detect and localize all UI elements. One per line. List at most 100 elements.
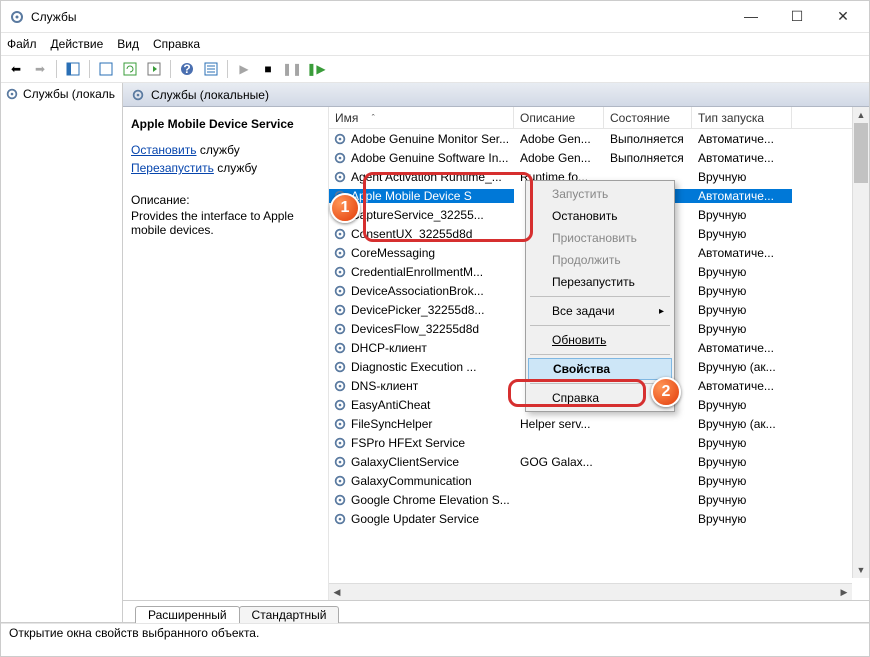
menu-bar: Файл Действие Вид Справка bbox=[1, 33, 869, 55]
ctx-refresh[interactable]: Обновить bbox=[528, 329, 672, 351]
service-name: Google Updater Service bbox=[351, 512, 479, 526]
detail-pane: Apple Mobile Device Service Остановить с… bbox=[123, 107, 328, 600]
content-header: Службы (локальные) bbox=[123, 83, 869, 107]
window-title: Службы bbox=[31, 10, 737, 24]
service-startup: Вручную bbox=[692, 474, 792, 488]
service-startup: Вручную bbox=[692, 170, 792, 184]
service-startup: Автоматиче... bbox=[692, 132, 792, 146]
service-state: Выполняется bbox=[604, 151, 692, 165]
menu-file[interactable]: Файл bbox=[7, 37, 37, 51]
gear-icon bbox=[333, 265, 347, 279]
gear-icon bbox=[333, 360, 347, 374]
service-startup: Автоматиче... bbox=[692, 246, 792, 260]
gear-icon bbox=[333, 493, 347, 507]
refresh-button[interactable] bbox=[119, 58, 141, 80]
pause-service-button[interactable]: ❚❚ bbox=[281, 58, 303, 80]
service-name: DHCP-клиент bbox=[351, 341, 427, 355]
export-button[interactable] bbox=[143, 58, 165, 80]
restart-service-button[interactable]: ❚▶ bbox=[305, 58, 327, 80]
service-name: Adobe Genuine Software In... bbox=[351, 151, 508, 165]
table-row[interactable]: Adobe Genuine Software In... Adobe Gen...… bbox=[329, 148, 869, 167]
col-startup[interactable]: Тип запуска bbox=[692, 107, 792, 128]
description-label: Описание: bbox=[131, 193, 320, 207]
view-tabs: Расширенный Стандартный bbox=[123, 600, 869, 622]
service-startup: Вручную bbox=[692, 455, 792, 469]
service-startup: Вручную bbox=[692, 398, 792, 412]
col-state[interactable]: Состояние bbox=[604, 107, 692, 128]
horizontal-scrollbar[interactable]: ◀ ▶ bbox=[329, 583, 852, 600]
table-row[interactable]: FSPro HFExt Service Вручную bbox=[329, 433, 869, 452]
ctx-all-tasks[interactable]: Все задачи bbox=[528, 300, 672, 322]
show-hide-tree-button[interactable] bbox=[62, 58, 84, 80]
service-name: CoreMessaging bbox=[351, 246, 435, 260]
ctx-restart[interactable]: Перезапустить bbox=[528, 271, 672, 293]
service-startup: Вручную bbox=[692, 493, 792, 507]
export-list-button[interactable] bbox=[95, 58, 117, 80]
menu-help[interactable]: Справка bbox=[153, 37, 200, 51]
service-name: DNS-клиент bbox=[351, 379, 418, 393]
table-row[interactable]: FileSyncHelperHelper serv...Вручную (ак.… bbox=[329, 414, 869, 433]
tab-standard[interactable]: Стандартный bbox=[239, 606, 340, 623]
service-startup: Автоматиче... bbox=[692, 341, 792, 355]
detail-title: Apple Mobile Device Service bbox=[131, 117, 320, 131]
scroll-up-icon[interactable]: ▲ bbox=[853, 107, 869, 123]
gear-icon bbox=[333, 246, 347, 260]
service-startup: Вручную bbox=[692, 303, 792, 317]
vertical-scrollbar[interactable]: ▲ ▼ bbox=[852, 107, 869, 578]
forward-button[interactable]: ➡ bbox=[29, 58, 51, 80]
callout-1 bbox=[363, 172, 533, 242]
service-desc: Adobe Gen... bbox=[514, 151, 604, 165]
service-startup: Автоматиче... bbox=[692, 379, 792, 393]
service-name: EasyAntiCheat bbox=[351, 398, 430, 412]
scroll-thumb[interactable] bbox=[854, 123, 868, 183]
scroll-right-icon[interactable]: ▶ bbox=[836, 584, 852, 600]
gear-icon bbox=[5, 87, 19, 101]
ctx-properties[interactable]: Свойства bbox=[528, 358, 672, 380]
start-service-button[interactable]: ▶ bbox=[233, 58, 255, 80]
service-startup: Вручную bbox=[692, 322, 792, 336]
stop-service-button[interactable]: ■ bbox=[257, 58, 279, 80]
service-startup: Вручную (ак... bbox=[692, 417, 792, 431]
minimize-button[interactable]: — bbox=[737, 8, 765, 25]
tree-item-services[interactable]: Службы (локаль bbox=[3, 85, 120, 103]
scroll-down-icon[interactable]: ▼ bbox=[853, 562, 869, 578]
menu-action[interactable]: Действие bbox=[51, 37, 104, 51]
service-name: CredentialEnrollmentM... bbox=[351, 265, 483, 279]
table-row[interactable]: GalaxyCommunicationВручную bbox=[329, 471, 869, 490]
service-name: DevicePicker_32255d8... bbox=[351, 303, 484, 317]
gear-icon bbox=[333, 227, 347, 241]
gear-icon bbox=[333, 436, 347, 450]
service-startup: Автоматиче... bbox=[692, 151, 792, 165]
menu-view[interactable]: Вид bbox=[117, 37, 139, 51]
table-row[interactable]: Google Updater ServiceВручную bbox=[329, 509, 869, 528]
toolbar: ⬅ ➡ ? ▶ ■ ❚❚ ❚▶ bbox=[1, 55, 869, 83]
content-header-label: Службы (локальные) bbox=[151, 88, 269, 102]
service-name: DevicesFlow_32255d8d bbox=[351, 322, 479, 336]
stop-link[interactable]: Остановить bbox=[131, 143, 197, 157]
scroll-left-icon[interactable]: ◀ bbox=[329, 584, 345, 600]
context-menu: Запустить Остановить Приостановить Продо… bbox=[525, 180, 675, 412]
ctx-start: Запустить bbox=[528, 183, 672, 205]
table-row[interactable]: GalaxyClientServiceGOG Galax...Вручную bbox=[329, 452, 869, 471]
col-name[interactable]: Имя ˆ bbox=[329, 107, 514, 128]
service-startup: Вручную bbox=[692, 436, 792, 450]
col-desc[interactable]: Описание bbox=[514, 107, 604, 128]
ctx-stop[interactable]: Остановить bbox=[528, 205, 672, 227]
gear-icon bbox=[333, 132, 347, 146]
svg-text:?: ? bbox=[183, 62, 190, 76]
table-row[interactable]: Adobe Genuine Monitor Ser...Adobe Gen...… bbox=[329, 129, 869, 148]
table-row[interactable]: Google Chrome Elevation S...Вручную bbox=[329, 490, 869, 509]
gear-icon bbox=[333, 151, 347, 165]
maximize-button[interactable]: ☐ bbox=[783, 8, 811, 25]
back-button[interactable]: ⬅ bbox=[5, 58, 27, 80]
service-name: FSPro HFExt Service bbox=[351, 436, 465, 450]
callout-2 bbox=[508, 379, 646, 407]
services-icon bbox=[9, 9, 25, 25]
service-name: FileSyncHelper bbox=[351, 417, 432, 431]
close-button[interactable]: ✕ bbox=[829, 8, 857, 25]
tab-extended[interactable]: Расширенный bbox=[135, 606, 240, 623]
help-button[interactable]: ? bbox=[176, 58, 198, 80]
properties-button[interactable] bbox=[200, 58, 222, 80]
gear-icon bbox=[333, 455, 347, 469]
restart-link[interactable]: Перезапустить bbox=[131, 161, 214, 175]
